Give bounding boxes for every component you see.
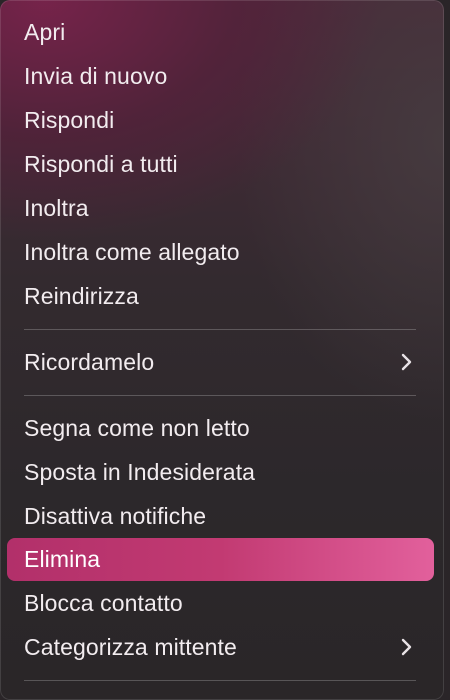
menu-item-apri[interactable]: Apri bbox=[0, 10, 444, 54]
menu-item-label: Sposta in Indesiderata bbox=[24, 459, 256, 485]
context-menu: Apri Invia di nuovo Rispondi Rispondi a … bbox=[0, 0, 444, 700]
menu-item-label: Reindirizza bbox=[24, 283, 139, 309]
chevron-right-icon bbox=[400, 340, 414, 384]
menu-separator bbox=[24, 395, 416, 396]
menu-item-label: Categorizza mittente bbox=[24, 634, 237, 660]
chevron-right-icon bbox=[400, 625, 414, 669]
menu-item-elimina[interactable]: Elimina bbox=[7, 538, 434, 581]
menu-item-label: Apri bbox=[24, 19, 66, 45]
menu-item-disattiva-notifiche[interactable]: Disattiva notifiche bbox=[0, 494, 444, 538]
menu-item-label: Ricordamelo bbox=[24, 349, 155, 375]
menu-item-rispondi[interactable]: Rispondi bbox=[0, 98, 444, 142]
menu-item-label: Segna come non letto bbox=[24, 415, 250, 441]
menu-item-label: Disattiva notifiche bbox=[24, 503, 207, 529]
menu-separator bbox=[24, 680, 416, 681]
menu-item-label: Inoltra bbox=[24, 195, 89, 221]
menu-item-label: Elimina bbox=[24, 546, 101, 572]
menu-item-label: Blocca contatto bbox=[24, 590, 183, 616]
menu-item-sposta-in-indesiderata[interactable]: Sposta in Indesiderata bbox=[0, 450, 444, 494]
menu-item-invia-di-nuovo[interactable]: Invia di nuovo bbox=[0, 54, 444, 98]
menu-item-label: Rispondi bbox=[24, 107, 115, 133]
menu-item-segna-come-non-letto[interactable]: Segna come non letto bbox=[0, 406, 444, 450]
menu-item-blocca-contatto[interactable]: Blocca contatto bbox=[0, 581, 444, 625]
menu-item-categorizza-mittente[interactable]: Categorizza mittente bbox=[0, 625, 444, 669]
menu-item-inoltra-come-allegato[interactable]: Inoltra come allegato bbox=[0, 230, 444, 274]
menu-item-ricordamelo[interactable]: Ricordamelo bbox=[0, 340, 444, 384]
menu-item-reindirizza[interactable]: Reindirizza bbox=[0, 274, 444, 318]
menu-item-label: Rispondi a tutti bbox=[24, 151, 178, 177]
menu-item-label: Inoltra come allegato bbox=[24, 239, 240, 265]
menu-item-inoltra[interactable]: Inoltra bbox=[0, 186, 444, 230]
menu-item-rispondi-a-tutti[interactable]: Rispondi a tutti bbox=[0, 142, 444, 186]
menu-item-label: Invia di nuovo bbox=[24, 63, 168, 89]
menu-separator bbox=[24, 329, 416, 330]
